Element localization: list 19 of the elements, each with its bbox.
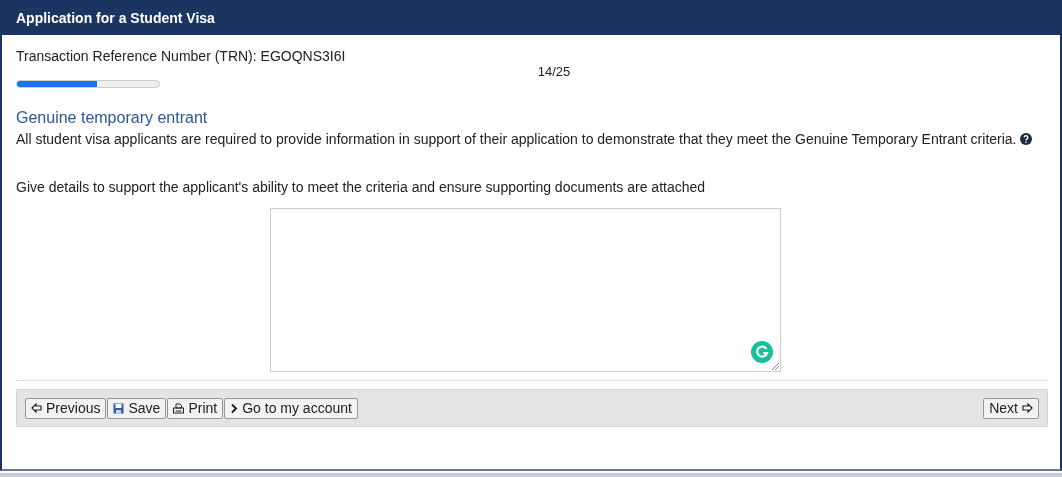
trn-text: Transaction Reference Number (TRN): EGOQNS3I6I (16, 48, 347, 64)
floppy-icon (113, 402, 125, 414)
chevron-right-icon (230, 402, 239, 414)
toolbar-button[interactable]: Go to my account (224, 397, 358, 419)
next-button[interactable]: Next (983, 397, 1039, 419)
arrow-left-icon (31, 403, 42, 413)
arrow-right-icon (1022, 403, 1033, 413)
question-text: Give details to support the applicant's ability to meet the criteria and ensure supporting documents are attached (16, 179, 707, 195)
resize-grip-icon[interactable] (770, 362, 779, 370)
grammar-icon[interactable] (750, 341, 773, 363)
printer-icon (173, 402, 185, 414)
help-icon[interactable] (1020, 133, 1033, 145)
step-counter: 14/25 (536, 65, 572, 79)
toolbar-button[interactable]: Previous (25, 397, 107, 419)
toolbar-button[interactable]: Print (167, 397, 224, 419)
section-heading: Genuine temporary entrant (16, 108, 209, 128)
toolbar-button[interactable]: Save (107, 397, 167, 419)
section-description: All student visa applicants are required to provide information in support of their application to demonstrate that they meet the Genuine Temporary Entrant criteria. (16, 131, 1017, 147)
window-title: Application for a Student Visa (16, 9, 215, 26)
